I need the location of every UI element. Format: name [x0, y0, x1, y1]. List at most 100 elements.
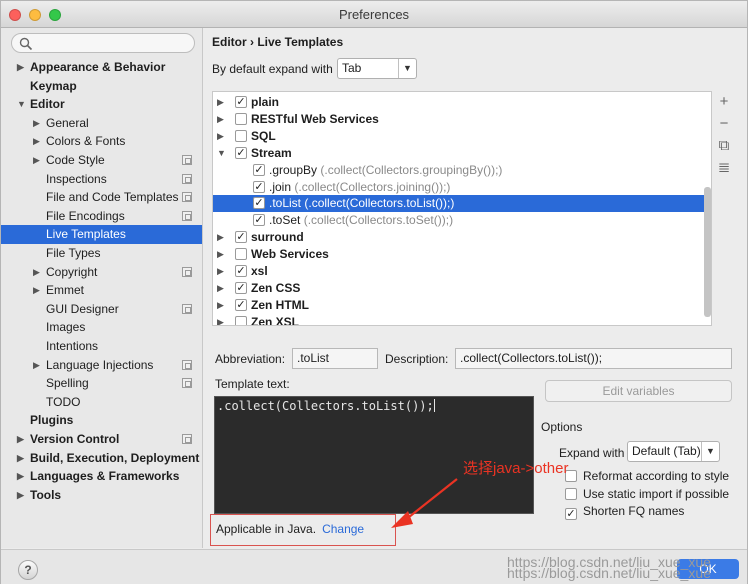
template-group[interactable]: ▼ ✓ Stream	[213, 145, 711, 162]
template-checkbox[interactable]: ✓	[253, 197, 265, 210]
sidebar-item-label: Images	[46, 320, 86, 335]
templates-scrollbar[interactable]	[704, 187, 711, 317]
template-item[interactable]: ✓ .groupBy (.collect(Collectors.groupingB…	[213, 162, 711, 179]
collapsed-arrow-icon[interactable]: ▶	[217, 314, 224, 325]
preferences-window: Preferences ▶ Appearance & Behavior Keymap…	[0, 0, 748, 584]
sidebar-item[interactable]: ▶ Copyright	[1, 263, 202, 282]
collapsed-arrow-icon[interactable]: ▶	[17, 58, 24, 77]
collapsed-arrow-icon[interactable]: ▶	[217, 297, 224, 314]
remove-icon[interactable]: −	[716, 116, 732, 132]
template-checkbox[interactable]: ✓	[235, 298, 247, 311]
collapsed-arrow-icon[interactable]: ▶	[17, 449, 24, 468]
collapsed-arrow-icon[interactable]: ▶	[17, 486, 24, 505]
template-group[interactable]: ▶ ✓ surround	[213, 229, 711, 246]
template-checkbox[interactable]: ✓	[235, 281, 247, 294]
option-checkbox-row[interactable]: ✓ Shorten FQ names	[565, 504, 684, 520]
collapsed-arrow-icon[interactable]: ▶	[217, 229, 224, 246]
sidebar-item[interactable]: ▶ Build, Execution, Deployment	[1, 449, 202, 468]
abbreviation-field[interactable]: .toList	[292, 348, 378, 369]
sidebar-item[interactable]: File Encodings	[1, 207, 202, 226]
collapsed-arrow-icon[interactable]: ▶	[33, 132, 40, 151]
sidebar-item[interactable]: ▶ Tools	[1, 486, 202, 505]
sidebar-item[interactable]: Plugins	[1, 411, 202, 430]
sidebar-item[interactable]: ▶ Version Control	[1, 430, 202, 449]
template-group[interactable]: ▶ Zen XSL	[213, 314, 711, 325]
collapsed-arrow-icon[interactable]: ▶	[217, 246, 224, 263]
template-checkbox[interactable]	[235, 129, 247, 142]
sidebar-item[interactable]: Inspections	[1, 170, 202, 189]
option-checkbox-row[interactable]: Reformat according to style	[565, 468, 729, 483]
option-checkbox[interactable]: ✓	[565, 508, 577, 520]
project-settings-icon	[182, 303, 192, 314]
sidebar-item-label: Copyright	[46, 264, 98, 279]
template-checkbox[interactable]	[235, 248, 247, 261]
sidebar-item[interactable]: ▶ Language Injections	[1, 356, 202, 375]
template-group[interactable]: ▶ Web Services	[213, 246, 711, 263]
change-context-link[interactable]: Change	[322, 522, 364, 536]
template-name: xsl	[251, 264, 268, 278]
description-field[interactable]: .collect(Collectors.toList());	[455, 348, 732, 369]
sidebar-item[interactable]: Keymap	[1, 77, 202, 96]
collapsed-arrow-icon[interactable]: ▶	[33, 356, 40, 375]
sidebar-item[interactable]: ▶ Code Style	[1, 151, 202, 170]
template-checkbox[interactable]: ✓	[253, 180, 265, 193]
template-group[interactable]: ▶ ✓ plain	[213, 94, 711, 111]
sidebar-item[interactable]: ▶ Appearance & Behavior	[1, 58, 202, 77]
list-icon[interactable]: ≣	[716, 160, 732, 176]
expanded-arrow-icon[interactable]: ▼	[217, 145, 226, 162]
collapsed-arrow-icon[interactable]: ▶	[33, 114, 40, 133]
template-item[interactable]: ✓ .toList (.collect(Collectors.toList());…	[213, 195, 711, 213]
template-group[interactable]: ▶ SQL	[213, 128, 711, 145]
collapsed-arrow-icon[interactable]: ▶	[33, 281, 40, 300]
help-button[interactable]: ?	[18, 560, 38, 580]
template-item[interactable]: ✓ .toSet (.collect(Collectors.toSet());)	[213, 212, 711, 229]
sidebar-item[interactable]: Spelling	[1, 374, 202, 393]
expand-with-select[interactable]: Default (Tab) ▼	[627, 441, 720, 462]
template-checkbox[interactable]: ✓	[235, 96, 247, 108]
collapsed-arrow-icon[interactable]: ▶	[33, 151, 40, 170]
template-checkbox[interactable]	[235, 112, 247, 125]
sidebar-item[interactable]: ▶ Colors & Fonts	[1, 132, 202, 151]
sidebar-item[interactable]: Intentions	[1, 337, 202, 356]
template-checkbox[interactable]: ✓	[253, 214, 265, 227]
collapsed-arrow-icon[interactable]: ▶	[217, 111, 224, 128]
template-group[interactable]: ▶ ✓ Zen HTML	[213, 297, 711, 314]
template-item[interactable]: ✓ .join (.collect(Collectors.joining());)	[213, 179, 711, 196]
option-checkbox[interactable]	[565, 488, 577, 500]
template-group[interactable]: ▶ RESTful Web Services	[213, 111, 711, 128]
copy-icon[interactable]: ⧉	[716, 138, 732, 154]
template-checkbox[interactable]: ✓	[253, 163, 265, 176]
add-icon[interactable]: +	[716, 94, 732, 110]
option-checkbox-row[interactable]: Use static import if possible	[565, 486, 729, 501]
sidebar-item-label: GUI Designer	[46, 301, 119, 316]
template-checkbox[interactable]	[235, 315, 247, 325]
collapsed-arrow-icon[interactable]: ▶	[217, 280, 224, 297]
sidebar-item[interactable]: ▼ Editor	[1, 95, 202, 114]
collapsed-arrow-icon[interactable]: ▶	[217, 128, 224, 145]
collapsed-arrow-icon[interactable]: ▶	[17, 467, 24, 486]
template-checkbox[interactable]: ✓	[235, 265, 247, 277]
template-text-editor[interactable]: .collect(Collectors.toList());	[214, 396, 534, 514]
template-group[interactable]: ▶ ✓ Zen CSS	[213, 280, 711, 297]
template-checkbox[interactable]: ✓	[235, 231, 247, 244]
collapsed-arrow-icon[interactable]: ▶	[217, 263, 224, 280]
template-checkbox[interactable]: ✓	[235, 146, 247, 159]
sidebar-item[interactable]: ▶ General	[1, 114, 202, 133]
sidebar-item[interactable]: Images	[1, 318, 202, 337]
sidebar-item[interactable]: File Types	[1, 244, 202, 263]
collapsed-arrow-icon[interactable]: ▶	[217, 94, 224, 111]
collapsed-arrow-icon[interactable]: ▶	[17, 430, 24, 449]
sidebar-item[interactable]: File and Code Templates	[1, 188, 202, 207]
sidebar-item[interactable]: ▶ Emmet	[1, 281, 202, 300]
sidebar-item[interactable]: ▶ Languages & Frameworks	[1, 467, 202, 486]
edit-variables-button[interactable]: Edit variables	[545, 380, 732, 402]
sidebar-item[interactable]: GUI Designer	[1, 300, 202, 319]
sidebar-item[interactable]: TODO	[1, 393, 202, 412]
template-group[interactable]: ▶ ✓ xsl	[213, 263, 711, 280]
expanded-arrow-icon[interactable]: ▼	[17, 95, 26, 114]
collapsed-arrow-icon[interactable]: ▶	[33, 263, 40, 282]
sidebar-item[interactable]: Live Templates	[1, 225, 202, 244]
search-input[interactable]	[11, 33, 195, 53]
default-expand-select[interactable]: Tab ▼	[337, 58, 417, 79]
sidebar-item-label: Appearance & Behavior	[30, 60, 166, 74]
